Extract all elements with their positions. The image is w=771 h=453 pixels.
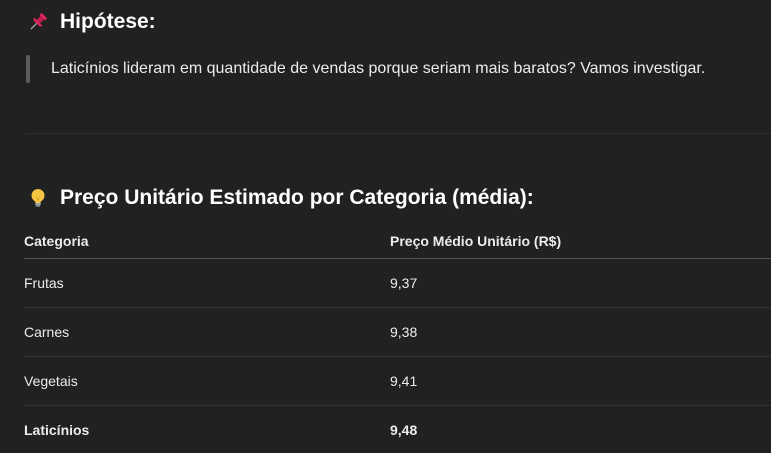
table-row: Frutas 9,37 bbox=[24, 258, 771, 308]
hypothesis-blockquote: Laticínios lideram em quantidade de vend… bbox=[26, 55, 705, 83]
table-row: Laticínios 9,48 bbox=[24, 406, 771, 453]
cell-category: Laticínios bbox=[24, 422, 90, 438]
blockquote-bar bbox=[26, 55, 30, 83]
table-header-row: Categoria Preço Médio Unitário (R$) bbox=[24, 224, 771, 259]
cell-price: 9,37 bbox=[390, 258, 771, 308]
table-row: Vegetais 9,41 bbox=[24, 356, 771, 406]
header-category: Categoria bbox=[24, 224, 390, 259]
divider bbox=[26, 133, 771, 134]
hypothesis-title: Hipótese: bbox=[60, 10, 156, 33]
lightbulb-icon bbox=[27, 187, 49, 209]
cell-price: 9,48 bbox=[390, 422, 418, 438]
hypothesis-text: Laticínios lideram em quantidade de vend… bbox=[51, 60, 706, 77]
pushpin-icon bbox=[27, 11, 49, 33]
header-price: Preço Médio Unitário (R$) bbox=[390, 224, 771, 259]
price-table: Categoria Preço Médio Unitário (R$) Frut… bbox=[24, 224, 771, 453]
cell-price: 9,41 bbox=[390, 356, 771, 406]
hypothesis-heading: Hipótese: bbox=[27, 10, 156, 34]
price-heading: Preço Unitário Estimado por Categoria (m… bbox=[27, 186, 534, 210]
cell-category: Vegetais bbox=[24, 356, 390, 406]
cell-category: Carnes bbox=[24, 307, 390, 357]
table-row: Carnes 9,38 bbox=[24, 307, 771, 357]
cell-price: 9,38 bbox=[390, 307, 771, 357]
cell-category: Frutas bbox=[24, 258, 390, 308]
price-title: Preço Unitário Estimado por Categoria (m… bbox=[60, 186, 534, 209]
